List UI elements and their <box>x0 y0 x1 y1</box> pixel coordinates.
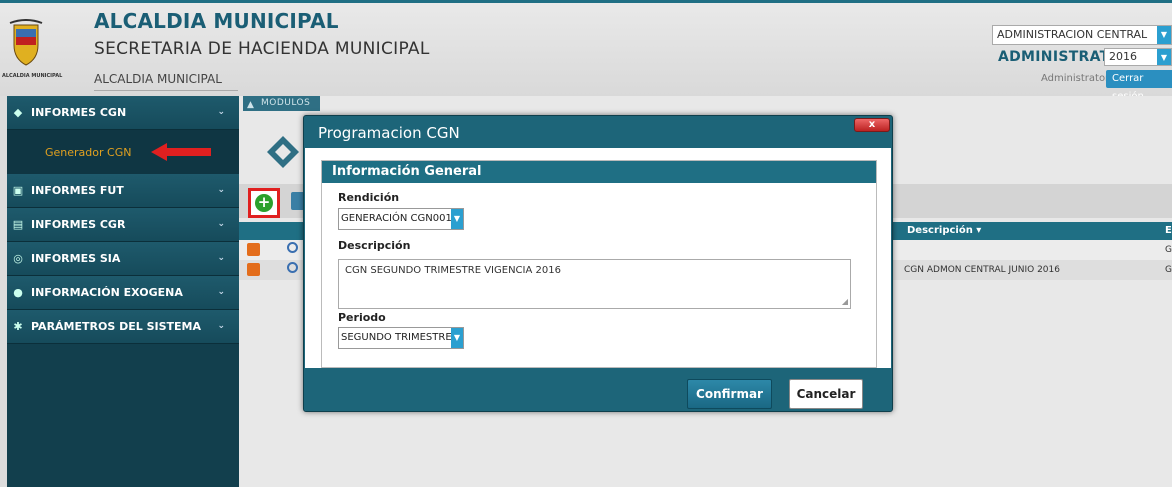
periodo-label: Periodo <box>338 311 386 324</box>
module-icon <box>267 136 299 168</box>
report-icon: ▣ <box>12 184 24 197</box>
programacion-cgn-dialog: Programacion CGN x Información General R… <box>303 115 893 412</box>
arrow-left-icon <box>151 143 211 161</box>
periodo-select-value: SEGUNDO TRIMESTRE <box>341 332 452 343</box>
sidebar-item-label: INFORMACIÓN EXOGENA <box>31 286 183 299</box>
rendicion-label: Rendición <box>338 191 400 204</box>
edit-icon[interactable] <box>247 263 260 276</box>
cancel-button[interactable]: Cancelar <box>789 379 863 409</box>
row-description: CGN ADMON CENTRAL JUNIO 2016 <box>904 265 1060 275</box>
sidebar-item-parametros[interactable]: ✱ PARÁMETROS DEL SISTEMA ⌄ <box>7 310 239 344</box>
sidebar-item-label: PARÁMETROS DEL SISTEMA <box>31 320 201 333</box>
home-icon: ▲ <box>247 100 255 110</box>
rendicion-select-value: GENERACIÓN CGN001 <box>341 213 452 224</box>
descripcion-value: CGN SEGUNDO TRIMESTRE VIGENCIA 2016 <box>345 265 561 276</box>
chevron-down-icon[interactable]: ▼ <box>1157 26 1171 44</box>
logo-text: ALCALDIA MUNICIPAL <box>2 73 63 79</box>
sidebar-subitem-generador-cgn[interactable]: Generador CGN <box>7 130 239 174</box>
globe-icon: ● <box>13 286 23 299</box>
sidebar-item-label: INFORMES CGR <box>31 218 126 231</box>
breadcrumb-label: MODULOS <box>261 98 311 108</box>
year-select[interactable]: 2016 ▼ <box>1104 48 1172 66</box>
chevron-down-icon: ⌄ <box>217 321 225 331</box>
sidebar-subitem-label: Generador CGN <box>45 145 132 159</box>
sidebar-item-informes-fut[interactable]: ▣ INFORMES FUT ⌄ <box>7 174 239 208</box>
row-e: G <box>1165 245 1172 255</box>
search-report-icon: ◎ <box>13 252 23 265</box>
descripcion-label: Descripción <box>338 239 411 252</box>
sidebar-item-informes-cgr[interactable]: ▤ INFORMES CGR ⌄ <box>7 208 239 242</box>
user-name: Administrator <box>1041 73 1110 84</box>
row-e: G <box>1165 265 1172 275</box>
chevron-down-icon: ⌄ <box>217 185 225 195</box>
search-icon[interactable] <box>287 262 298 273</box>
logout-button[interactable]: Cerrar sesión <box>1106 70 1172 102</box>
coat-of-arms-logo <box>9 19 43 66</box>
column-header-e[interactable]: E <box>1165 225 1172 236</box>
app-header: ALCALDIA MUNICIPAL ALCALDIA MUNICIPAL SE… <box>0 0 1172 102</box>
informacion-general-panel: Información General Rendición GENERACIÓN… <box>321 160 877 368</box>
app-subtitle: SECRETARIA DE HACIENDA MUNICIPAL <box>94 39 430 59</box>
edit-icon[interactable] <box>247 243 260 256</box>
close-button[interactable]: x <box>854 118 890 132</box>
dialog-title: Programacion CGN <box>318 124 460 142</box>
periodo-select[interactable]: SEGUNDO TRIMESTRE ▼ <box>338 327 464 349</box>
dialog-footer: Confirmar Cancelar <box>305 368 891 411</box>
year-select-value: 2016 <box>1109 50 1137 63</box>
chevron-down-icon[interactable]: ▼ <box>451 328 463 348</box>
chevron-down-icon: ⌄ <box>217 253 225 263</box>
report-icon: ◆ <box>13 106 23 119</box>
sidebar: ◆ INFORMES CGN ⌄ Generador CGN ▣ INFORME… <box>7 96 239 487</box>
confirm-button[interactable]: Confirmar <box>687 379 772 409</box>
descripcion-textarea[interactable]: CGN SEGUNDO TRIMESTRE VIGENCIA 2016 ◢ <box>338 259 851 309</box>
column-header-label: Descripción <box>907 225 973 236</box>
chevron-down-icon: ⌄ <box>217 219 225 229</box>
entity-select-value: ADMINISTRACION CENTRAL <box>997 28 1148 41</box>
breadcrumb-modulos[interactable]: ▲ MODULOS <box>243 96 321 111</box>
gear-icon: ✱ <box>13 320 23 333</box>
resize-grip-icon[interactable]: ◢ <box>842 297 848 306</box>
plus-icon: + <box>255 194 273 212</box>
sidebar-item-label: INFORMES FUT <box>31 184 124 197</box>
sidebar-item-informacion-exogena[interactable]: ● INFORMACIÓN EXOGENA ⌄ <box>7 276 239 310</box>
search-icon[interactable] <box>287 242 298 253</box>
entity-select[interactable]: ADMINISTRACION CENTRAL ▼ <box>992 25 1172 45</box>
column-header-descripcion[interactable]: Descripción ▾ <box>907 225 981 236</box>
sidebar-item-label: INFORMES SIA <box>31 252 121 265</box>
report-icon: ▤ <box>12 218 24 231</box>
rendicion-select[interactable]: GENERACIÓN CGN001 ▼ <box>338 208 464 230</box>
sidebar-item-informes-sia[interactable]: ◎ INFORMES SIA ⌄ <box>7 242 239 276</box>
sidebar-item-informes-cgn[interactable]: ◆ INFORMES CGN ⌄ <box>7 96 239 130</box>
app-subtitle-small: ALCALDIA MUNICIPAL <box>94 69 238 91</box>
chevron-down-icon[interactable]: ▼ <box>1157 49 1171 65</box>
app-title: ALCALDIA MUNICIPAL <box>94 9 339 33</box>
sidebar-item-label: INFORMES CGN <box>31 106 127 119</box>
panel-title: Información General <box>322 161 876 183</box>
chevron-down-icon: ⌄ <box>217 287 225 297</box>
chevron-down-icon[interactable]: ▼ <box>451 209 463 229</box>
dialog-body: Información General Rendición GENERACIÓN… <box>305 148 891 368</box>
chevron-down-icon: ⌄ <box>217 107 225 117</box>
add-button[interactable]: + <box>248 188 280 218</box>
